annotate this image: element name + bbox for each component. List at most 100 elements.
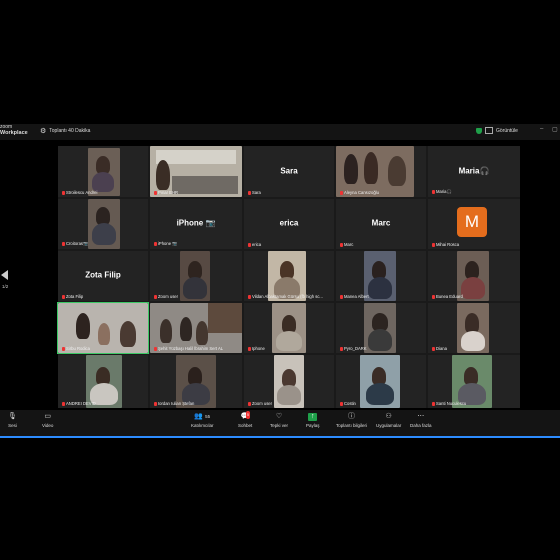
participant-tile[interactable]: ANDREI DEVID — [58, 355, 148, 408]
video-feed — [88, 148, 120, 196]
video-button[interactable]: ▭ Video — [42, 413, 53, 428]
view-icon — [485, 127, 493, 134]
page-indicator: 1/2 — [2, 284, 9, 289]
participant-big-name: Sara — [280, 166, 298, 176]
mic-muted-icon — [154, 242, 157, 246]
mic-muted-icon — [432, 242, 435, 247]
participant-name: Sirbu Rodica — [66, 346, 90, 351]
participant-tile[interactable]: Maria🎧 Maria🎧 — [428, 146, 520, 197]
video-feed — [274, 355, 304, 408]
meeting-info-button[interactable]: ⓘ Toplantı bilgileri — [336, 413, 367, 428]
chat-button[interactable]: 💬5Sohbet — [238, 411, 252, 428]
mic-muted-icon — [154, 346, 157, 351]
participant-tile[interactable]: Pınar EHR — [150, 146, 242, 197]
mic-muted-icon — [248, 294, 251, 299]
participant-tile[interactable]: Aleyna Cansızoğlu — [336, 146, 426, 197]
video-gallery: Stroilescu Andrei Pınar EHR Sara Sara Al… — [57, 146, 520, 408]
avatar: M — [457, 207, 487, 237]
participant-tile[interactable]: Vildan Albaktamak Gürsu (fb high sc... — [244, 251, 334, 301]
mic-muted-icon — [62, 346, 65, 351]
participant-tile[interactable]: Zoom user — [244, 355, 334, 408]
view-label: Görüntüle — [496, 127, 518, 134]
participant-tile-active-speaker[interactable]: Sirbu Rodica — [57, 302, 149, 354]
meeting-toolbar: 🎙Sesi ▭Video 👥 55Katılımcılar 💬5Sohbet ♡… — [0, 410, 560, 438]
mic-muted-icon — [154, 294, 157, 299]
participant-name: Croitoras📷 — [66, 241, 89, 246]
participant-tile[interactable]: M Mihai Rosca — [428, 199, 520, 249]
meeting-title: Toplantı 40 Dakika — [49, 128, 91, 134]
mic-muted-icon — [62, 242, 65, 246]
settings-icon: ⚙ — [40, 128, 47, 135]
mic-muted-icon — [340, 401, 343, 406]
participant-tile[interactable]: Marc Marc — [336, 199, 426, 249]
mic-muted-icon — [340, 242, 343, 247]
heart-icon: ♡ — [275, 413, 283, 420]
mic-muted-icon — [340, 190, 343, 195]
participant-big-name: erica — [279, 218, 299, 228]
mic-muted-icon — [432, 346, 435, 351]
apps-button[interactable]: ⚇ Uygulamalar — [376, 413, 401, 428]
mic-muted-icon — [62, 401, 65, 406]
participant-name: Aleyna Cansızoğlu — [344, 190, 379, 195]
participant-tile[interactable]: Zota Filip Zota Filip — [58, 251, 148, 301]
maximize-icon[interactable]: ▢ — [552, 126, 558, 133]
participant-name: Maria🎧 — [436, 189, 452, 194]
mic-muted-icon — [154, 401, 157, 406]
mic-button[interactable]: 🎙 Sesi — [8, 413, 17, 428]
participant-name: Iordan Iulian Ștefan — [158, 401, 195, 406]
participant-tile[interactable]: Stroilescu Andrei — [58, 146, 148, 197]
more-button[interactable]: ⋯ Daha fazla — [410, 413, 432, 428]
mic-muted-icon — [62, 190, 65, 195]
participant-name: Santi Nuculescu — [436, 401, 467, 406]
participant-tile[interactable]: Santi Nuculescu — [428, 355, 520, 408]
participant-tile[interactable]: Manea Albert — [336, 251, 426, 301]
mic-muted-icon — [432, 190, 435, 194]
share-button[interactable]: ↑ Paylaş — [306, 413, 320, 428]
participant-name: Şehit Yüzbaşı Halil İbrahim Sert AL — [158, 346, 224, 351]
mic-muted-icon — [62, 294, 65, 299]
participant-tile[interactable]: iPhone 📷 iPhone 📷 — [150, 199, 242, 249]
participant-tile[interactable]: Bunea Eduard — [428, 251, 520, 301]
participant-name: Vildan Albaktamak Gürsu (fb high sc... — [252, 294, 323, 299]
participant-name: Marc — [344, 242, 354, 247]
minimize-icon[interactable]: – — [540, 126, 543, 132]
participant-tile[interactable]: Zoom user — [150, 251, 242, 301]
participant-name: Zoom user — [252, 401, 273, 406]
participant-name: iPhone 📷 — [158, 241, 178, 246]
mic-muted-icon — [340, 294, 343, 299]
participants-icon: 👥 55 — [194, 413, 211, 420]
chat-badge: 5 — [246, 411, 250, 419]
video-feed — [364, 303, 396, 353]
participant-big-name: Marc — [371, 218, 391, 228]
video-feed — [360, 355, 400, 408]
mic-muted-icon — [248, 190, 251, 195]
video-feed — [457, 303, 489, 353]
participant-tile[interactable]: erica erica — [244, 199, 334, 249]
participant-tile[interactable]: Croitoras📷 — [58, 199, 148, 249]
view-button[interactable]: Görüntüle — [476, 127, 518, 134]
mic-muted-icon — [432, 401, 435, 406]
apps-icon: ⚇ — [385, 413, 392, 420]
participant-name: Sara — [252, 190, 261, 195]
meeting-info[interactable]: ⚙ Toplantı 40 Dakika — [40, 127, 90, 135]
mic-muted-icon — [248, 242, 251, 247]
participant-tile[interactable]: Iordan Iulian Ștefan — [150, 355, 242, 408]
participant-tile[interactable]: Pyro_DARK — [336, 303, 426, 353]
participant-tile[interactable]: Sara Sara — [244, 146, 334, 197]
microphone-icon: 🎙 — [8, 413, 17, 420]
participant-tile[interactable]: Diana — [428, 303, 520, 353]
participant-tile[interactable]: Şehit Yüzbaşı Halil İbrahim Sert AL — [150, 303, 242, 353]
share-screen-icon: ↑ — [308, 413, 318, 421]
participant-tile[interactable]: Costin — [336, 355, 426, 408]
participant-name: Bunea Eduard — [436, 294, 463, 299]
participant-name: ANDREI DEVID — [66, 401, 96, 406]
participant-name: Pyro_DARK — [344, 346, 367, 351]
previous-page-arrow-icon[interactable] — [1, 270, 8, 280]
participants-button[interactable]: 👥 55 Katılımcılar — [191, 413, 214, 428]
participant-big-name: iPhone 📷 — [176, 218, 216, 228]
video-feed — [88, 199, 120, 249]
mic-muted-icon — [248, 346, 251, 351]
react-button[interactable]: ♡ Tepki ver — [270, 413, 288, 428]
participant-tile[interactable]: Iphone — [244, 303, 334, 353]
participant-name: Manea Albert — [344, 294, 369, 299]
